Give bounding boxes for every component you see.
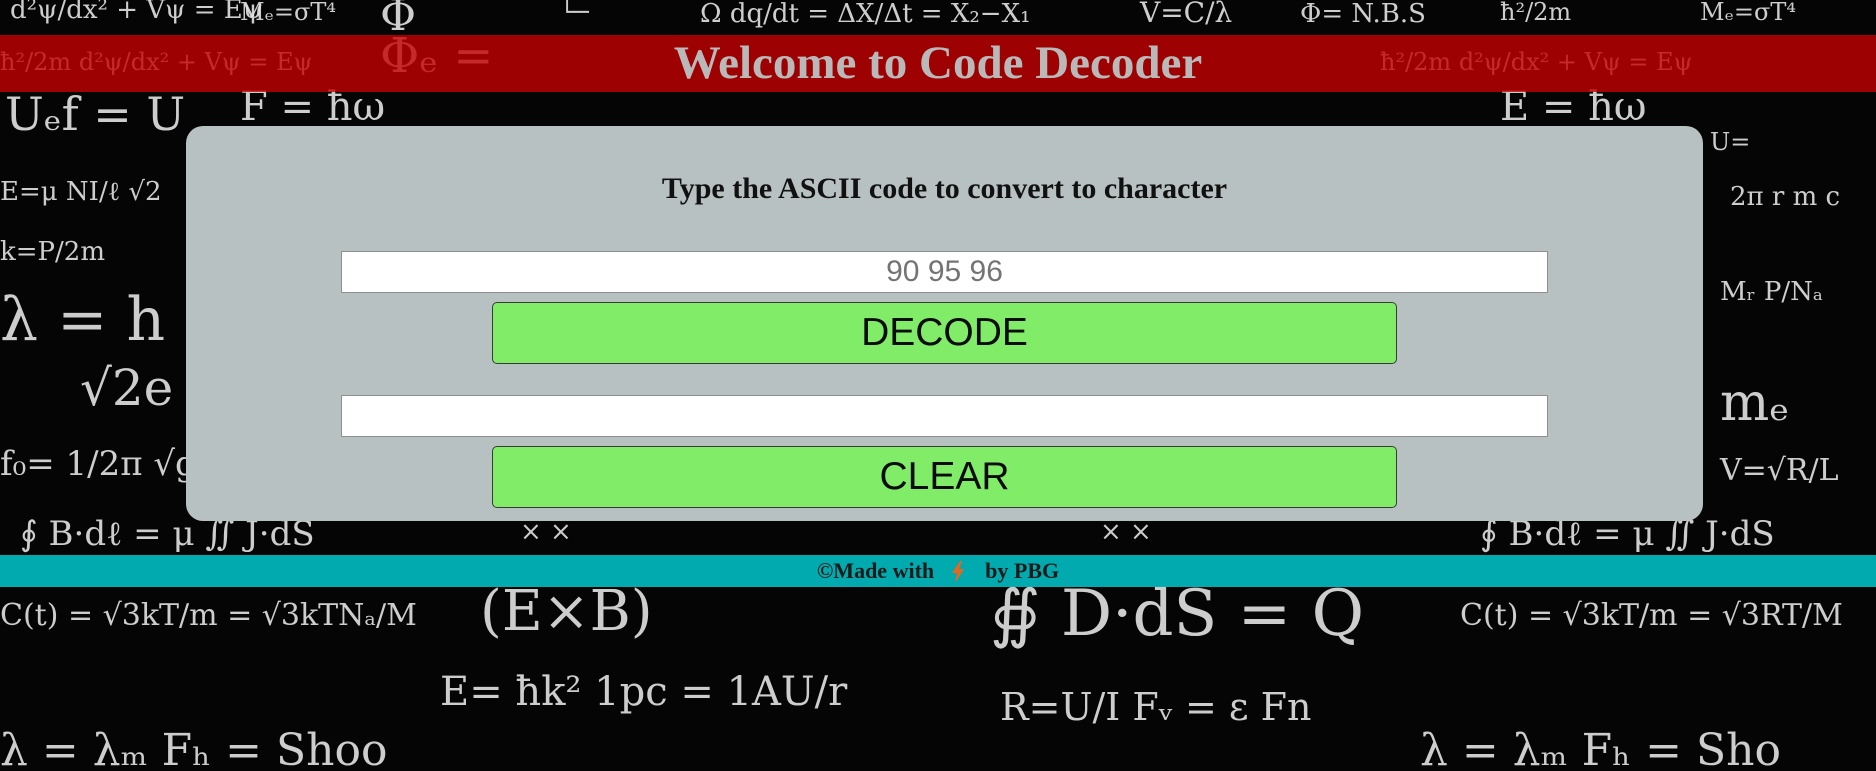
ascii-code-input[interactable] [341, 251, 1548, 293]
svg-text:E=μ NI/ℓ √2: E=μ NI/ℓ √2 [0, 177, 162, 207]
svg-text:× ×: × × [520, 517, 572, 547]
decoder-card: Type the ASCII code to convert to charac… [186, 126, 1703, 521]
svg-text:└─: └─ [560, 0, 589, 26]
svg-text:V=C/λ: V=C/λ [1139, 0, 1232, 29]
svg-text:Φ= N.B.S: Φ= N.B.S [1300, 0, 1426, 29]
svg-text:λ = λₘ Fₕ = Sho: λ = λₘ Fₕ = Sho [1420, 725, 1781, 771]
svg-text:Mₑ=σT⁴: Mₑ=σT⁴ [1700, 0, 1796, 26]
svg-text:U=: U= [1710, 128, 1750, 156]
header-banner: Welcome to Code Decoder [0, 35, 1876, 92]
footer-made-with: ©Made with [816, 558, 935, 583]
svg-text:(E×B): (E×B) [480, 579, 653, 644]
svg-text:ħ²/2m: ħ²/2m [1500, 0, 1571, 26]
svg-text:λ = λₘ Fₕ = Shoo: λ = λₘ Fₕ = Shoo [0, 725, 387, 771]
svg-text:× ×: × × [1100, 517, 1152, 547]
svg-text:k=P/2m: k=P/2m [0, 237, 105, 267]
svg-text:mₑ: mₑ [1720, 373, 1789, 433]
decode-button[interactable]: DECODE [492, 302, 1397, 364]
svg-text:C(t) = √3kT/m = √3RT/M: C(t) = √3kT/m = √3RT/M [1460, 598, 1843, 633]
svg-text:d²ψ/dx² + Vψ = Eψ: d²ψ/dx² + Vψ = Eψ [10, 0, 263, 25]
lightning-bolt-icon [950, 560, 966, 583]
svg-text:Mₑ=σT⁴: Mₑ=σT⁴ [240, 0, 336, 26]
svg-text:√2e: √2e [80, 359, 173, 417]
svg-text:∯ D·dS = Q: ∯ D·dS = Q [990, 577, 1364, 651]
footer-author: by PBG [985, 558, 1060, 583]
svg-text:2π r m c: 2π r m c [1730, 182, 1840, 212]
svg-text:λ = h: λ = h [0, 285, 165, 355]
svg-text:E= ħk² 1pc = 1AU/r: E= ħk² 1pc = 1AU/r [440, 669, 848, 715]
svg-text:Ω dq/dt = ΔX/Δt = X₂−X₁: Ω dq/dt = ΔX/Δt = X₂−X₁ [700, 0, 1031, 29]
clear-button[interactable]: CLEAR [492, 446, 1397, 508]
svg-text:Uₑf = U: Uₑf = U [5, 87, 185, 141]
footer-bar: ©Made with by PBG [0, 555, 1876, 587]
card-title: Type the ASCII code to convert to charac… [661, 172, 1228, 205]
page-title: Welcome to Code Decoder [673, 37, 1203, 89]
svg-text:V=√R/L: V=√R/L [1719, 453, 1839, 488]
decoded-output-field[interactable] [341, 395, 1548, 437]
svg-text:C(t) = √3kT/m = √3kTNₐ/M: C(t) = √3kT/m = √3kTNₐ/M [0, 598, 417, 633]
svg-text:R=U/I Fᵥ = ε Fn: R=U/I Fᵥ = ε Fn [1000, 685, 1312, 729]
svg-text:Mᵣ P/Nₐ: Mᵣ P/Nₐ [1720, 277, 1823, 307]
